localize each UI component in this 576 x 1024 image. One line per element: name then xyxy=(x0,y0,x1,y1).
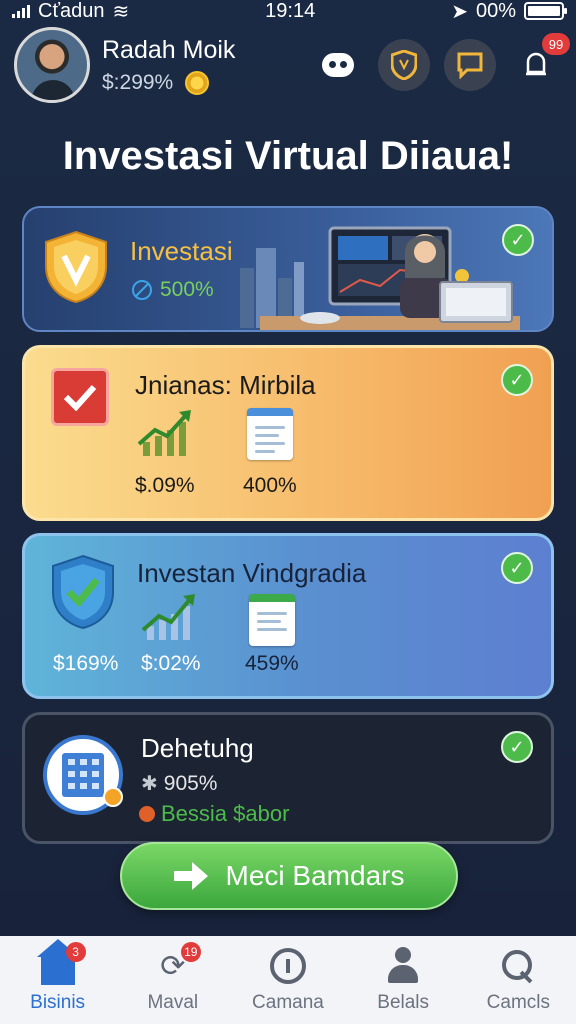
status-dot xyxy=(103,787,123,807)
check-icon: ✓ xyxy=(501,552,533,584)
growth-chart-icon xyxy=(137,410,191,456)
balance-row: $:299% xyxy=(102,70,235,95)
card-3-stat-1: $169% xyxy=(53,652,119,675)
investment-card-2[interactable]: Jnianas: Mirbila $.09% 400% ✓ xyxy=(22,345,554,521)
document-icon xyxy=(249,594,295,646)
nav-item-bisinis[interactable]: 3 Bisinis xyxy=(8,939,108,1014)
nav-label: Camcls xyxy=(486,992,551,1013)
shield-icon xyxy=(391,50,417,80)
card-2-title: Jnianas: Mirbila xyxy=(135,370,316,400)
nav-item-camana[interactable]: Camana xyxy=(238,946,338,1014)
carrier-label: Cťadun xyxy=(38,0,105,22)
balance-value: $:299% xyxy=(102,70,174,94)
search-icon xyxy=(498,946,538,986)
card-1-stat: 500% xyxy=(132,278,214,302)
status-left: Cťadun ≋ xyxy=(12,0,129,24)
status-bar: Cťadun ≋ 19:14 ➤ 00% xyxy=(0,0,576,24)
card-4-stat-2-value: Bessia $abor xyxy=(161,801,290,826)
nav-label: Camana xyxy=(252,992,324,1013)
ban-icon xyxy=(132,280,152,300)
card-2-stat-1: $.09% xyxy=(135,474,195,497)
building-icon xyxy=(43,735,123,815)
investment-card-3[interactable]: Investan Vindgradia $169% $:02% 459% ✓ xyxy=(22,533,554,699)
card-1-stat-value: 500% xyxy=(160,278,214,301)
nav-item-camcls[interactable]: Camcls xyxy=(468,946,568,1014)
battery-percent: 00% xyxy=(475,0,516,22)
notification-button[interactable]: 99 xyxy=(510,33,570,91)
user-block: Radah Moik $:299% xyxy=(102,36,235,95)
arrow-right-icon xyxy=(173,862,210,890)
checkbox-icon xyxy=(51,368,109,426)
bell-icon xyxy=(526,52,546,76)
chat-icon xyxy=(457,52,483,79)
investment-card-1[interactable]: Investasi 500% ✓ xyxy=(22,206,554,332)
growth-chart-icon xyxy=(141,594,195,640)
check-icon: ✓ xyxy=(501,364,533,396)
clock: 19:14 xyxy=(265,0,316,22)
avatar[interactable] xyxy=(14,27,90,103)
card-3-title: Investan Vindgradia xyxy=(137,558,367,588)
gold-shield-icon xyxy=(45,230,107,304)
card-2-stat-2: 400% xyxy=(243,474,297,497)
blue-shield-icon xyxy=(52,554,114,630)
orange-dot-icon xyxy=(139,806,155,822)
card-3-stat-3: 459% xyxy=(245,652,299,675)
user-name: Radah Moik xyxy=(102,35,236,64)
page-title: Investasi Virtual Diiaua! xyxy=(62,134,514,178)
card-4-stat-2: Bessia $abor xyxy=(139,801,289,827)
check-icon: ✓ xyxy=(501,731,533,763)
battery-icon xyxy=(524,2,567,20)
bottom-nav: 3 Bisinis ⟳ 19 Maval Camana Belals Camcl… xyxy=(0,936,576,1024)
shield-button[interactable] xyxy=(378,39,430,91)
nav-label: Bisinis xyxy=(30,992,86,1013)
person-icon xyxy=(383,946,423,986)
check-icon: ✓ xyxy=(502,224,534,256)
card-4-stat-1-value: 905% xyxy=(163,771,218,795)
header: Radah Moik $:299% 99 xyxy=(14,26,570,104)
notification-badge: 99 xyxy=(542,33,570,55)
ghost-button[interactable] xyxy=(312,39,364,91)
card-4-stat-1: ✱ 905% xyxy=(141,771,217,796)
header-actions: 99 xyxy=(312,33,570,91)
signal-icon xyxy=(12,4,30,18)
ghost-icon xyxy=(322,53,354,77)
primary-cta-button[interactable]: Meci Bamdars xyxy=(120,842,458,910)
card-3-stat-2: $:02% xyxy=(141,652,201,675)
nav-item-belals[interactable]: Belals xyxy=(353,946,453,1014)
card-4-title: Dehetuhg xyxy=(141,733,254,763)
nav-label: Belals xyxy=(377,992,430,1013)
building-shape xyxy=(62,753,104,797)
nav-label: Maval xyxy=(147,992,199,1013)
investment-card-4[interactable]: Dehetuhg ✱ 905% Bessia $abor ✓ xyxy=(22,712,554,844)
nav-badge: 3 xyxy=(65,942,86,962)
investor-illustration xyxy=(240,226,520,330)
document-icon xyxy=(247,408,293,460)
cta-label: Meci Bamdars xyxy=(225,860,405,891)
status-right: ➤ 00% xyxy=(451,0,567,24)
nav-item-maval[interactable]: ⟳ 19 Maval xyxy=(123,942,223,1014)
coin-icon xyxy=(185,70,210,95)
location-icon: ➤ xyxy=(451,0,468,23)
nav-badge: 19 xyxy=(180,942,201,962)
gear-icon: ✱ xyxy=(141,773,158,795)
wifi-icon: ≋ xyxy=(112,0,130,23)
card-1-title: Investasi xyxy=(130,236,233,266)
info-ring-icon xyxy=(268,946,308,986)
chat-button[interactable] xyxy=(444,39,496,91)
